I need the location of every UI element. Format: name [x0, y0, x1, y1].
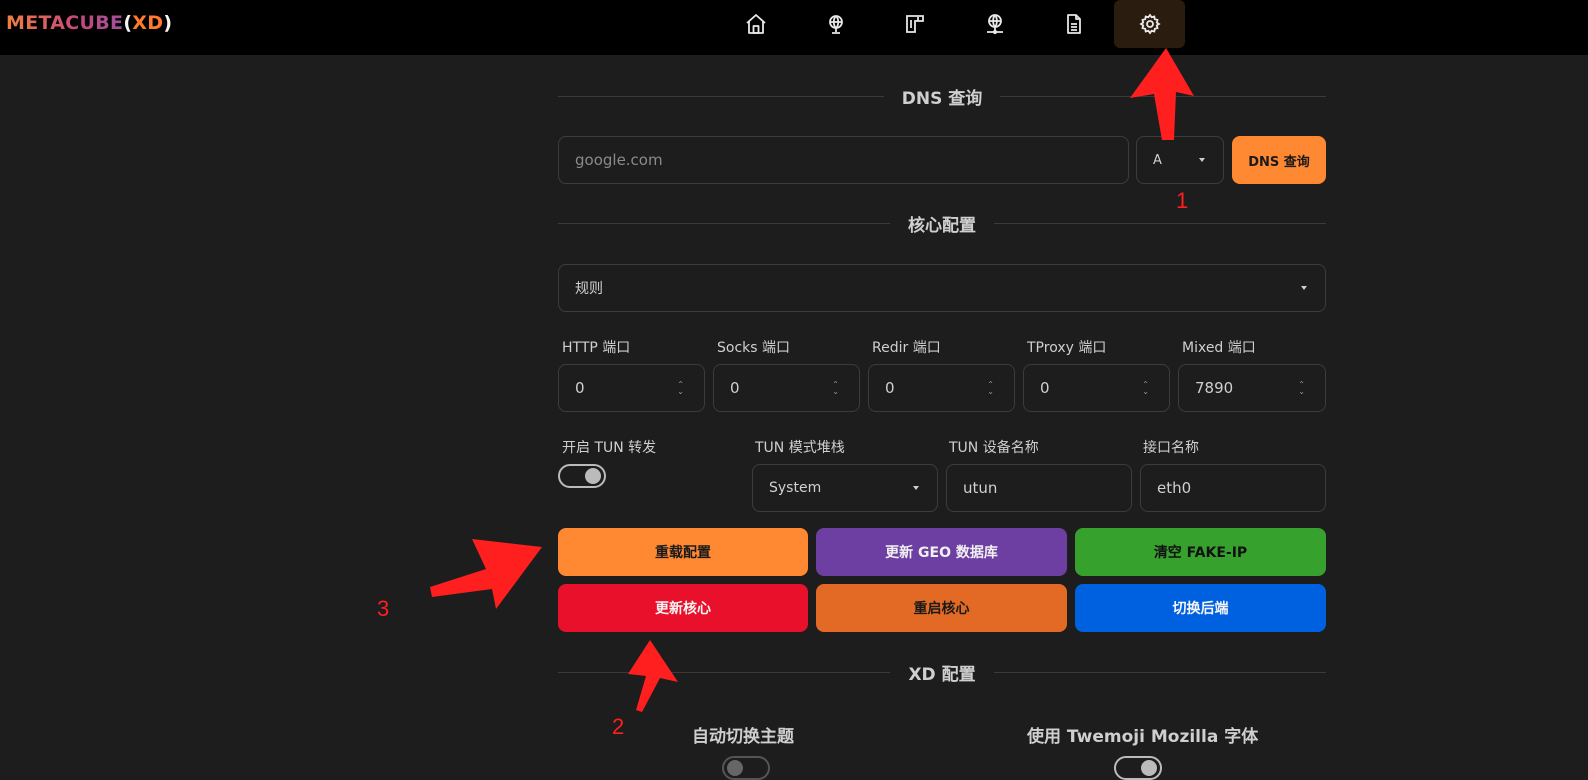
logo-paren-open: ( [123, 12, 133, 34]
tproxy-port-value: 0 [1040, 379, 1050, 397]
chevron-down-icon [913, 486, 919, 490]
tun-stack-label: TUN 模式堆栈 [755, 440, 845, 456]
dns-domain-placeholder: google.com [575, 151, 663, 169]
annotation-arrow-1 [1130, 48, 1194, 140]
tproxy-port-label: TProxy 端口 [1027, 340, 1107, 356]
update-geo-button[interactable]: 更新 GEO 数据库 [816, 528, 1067, 576]
socks-port-input[interactable]: 0 ⌃ ⌄ [713, 364, 860, 412]
stepper-icon[interactable]: ⌃ ⌄ [677, 381, 684, 396]
rules-icon [905, 15, 924, 33]
tun-device-input[interactable]: utun [946, 464, 1132, 512]
http-port-value: 0 [575, 379, 585, 397]
annotation-arrow-2 [628, 640, 678, 712]
nav-rules[interactable] [879, 0, 950, 48]
twemoji-label: 使用 Twemoji Mozilla 字体 [1027, 727, 1259, 747]
mode-select[interactable]: 规则 [558, 264, 1326, 312]
top-nav-bar: METACUBE(XD) [0, 0, 1588, 55]
gear-icon [1138, 13, 1161, 35]
tun-enable-toggle[interactable] [558, 464, 606, 488]
auto-theme-label: 自动切换主题 [692, 727, 794, 747]
redir-port-value: 0 [885, 379, 895, 397]
nav-proxies[interactable] [800, 0, 871, 48]
stepper-icon[interactable]: ⌃ ⌄ [832, 381, 839, 396]
chevron-down-icon [1199, 158, 1205, 162]
update-core-button[interactable]: 更新核心 [558, 584, 808, 632]
http-port-input[interactable]: 0 ⌃ ⌄ [558, 364, 705, 412]
auto-theme-toggle[interactable] [722, 756, 770, 780]
interface-name-input[interactable]: eth0 [1140, 464, 1326, 512]
socks-port-label: Socks 端口 [717, 340, 791, 356]
tun-device-value: utun [963, 479, 998, 497]
switch-backend-button[interactable]: 切换后端 [1075, 584, 1326, 632]
twemoji-toggle[interactable] [1114, 756, 1162, 780]
interface-name-value: eth0 [1157, 479, 1192, 497]
network-icon [986, 14, 1003, 35]
dns-record-type-value: A [1153, 152, 1162, 168]
interface-name-label: 接口名称 [1143, 440, 1199, 456]
restart-core-button[interactable]: 重启核心 [816, 584, 1067, 632]
tun-enable-label: 开启 TUN 转发 [562, 440, 657, 456]
tun-stack-value: System [769, 480, 822, 496]
home-icon [745, 14, 766, 34]
dns-query-button[interactable]: DNS 查询 [1232, 136, 1326, 184]
redir-port-input[interactable]: 0 ⌃ ⌄ [868, 364, 1015, 412]
tun-stack-select[interactable]: System [752, 464, 938, 512]
reload-config-button[interactable]: 重载配置 [558, 528, 808, 576]
mixed-port-value: 7890 [1195, 379, 1234, 397]
nav-home[interactable] [720, 0, 791, 48]
chevron-down-icon [1301, 286, 1307, 290]
nav-connections[interactable] [959, 0, 1030, 48]
socks-port-value: 0 [730, 379, 740, 397]
nav-settings[interactable] [1114, 0, 1185, 48]
globe-icon [828, 15, 843, 34]
redir-port-label: Redir 端口 [872, 340, 941, 356]
annotation-label-2: 2 [612, 714, 625, 739]
mode-select-value: 规则 [575, 281, 603, 297]
core-section-header: 核心配置 [558, 211, 1326, 236]
stepper-icon[interactable]: ⌃ ⌄ [1298, 381, 1305, 396]
annotation-arrow-3 [430, 539, 542, 609]
logo-paren-close: ) [163, 12, 173, 34]
tun-device-label: TUN 设备名称 [949, 440, 1039, 456]
dns-section-title: DNS 查询 [901, 88, 983, 109]
http-port-label: HTTP 端口 [562, 340, 631, 356]
nav-logs[interactable] [1038, 0, 1109, 48]
flush-fakeip-button[interactable]: 清空 FAKE-IP [1075, 528, 1326, 576]
stepper-icon[interactable]: ⌃ ⌄ [987, 381, 994, 396]
xd-section-title: XD 配置 [908, 664, 976, 685]
document-icon [1066, 14, 1081, 34]
dns-domain-input[interactable]: google.com [558, 136, 1129, 184]
stepper-icon[interactable]: ⌃ ⌄ [1142, 381, 1149, 396]
dns-section-header: DNS 查询 [558, 84, 1326, 109]
annotation-label-1: 1 [1176, 188, 1189, 213]
logo-brand: METACUBE [6, 12, 124, 34]
tproxy-port-input[interactable]: 0 ⌃ ⌄ [1023, 364, 1170, 412]
logo-xd: XD [132, 12, 164, 34]
app-logo[interactable]: METACUBE(XD) [6, 12, 172, 34]
core-section-title: 核心配置 [908, 215, 976, 236]
mixed-port-input[interactable]: 7890 ⌃ ⌄ [1178, 364, 1326, 412]
annotation-label-3: 3 [377, 596, 390, 621]
mixed-port-label: Mixed 端口 [1182, 340, 1256, 356]
